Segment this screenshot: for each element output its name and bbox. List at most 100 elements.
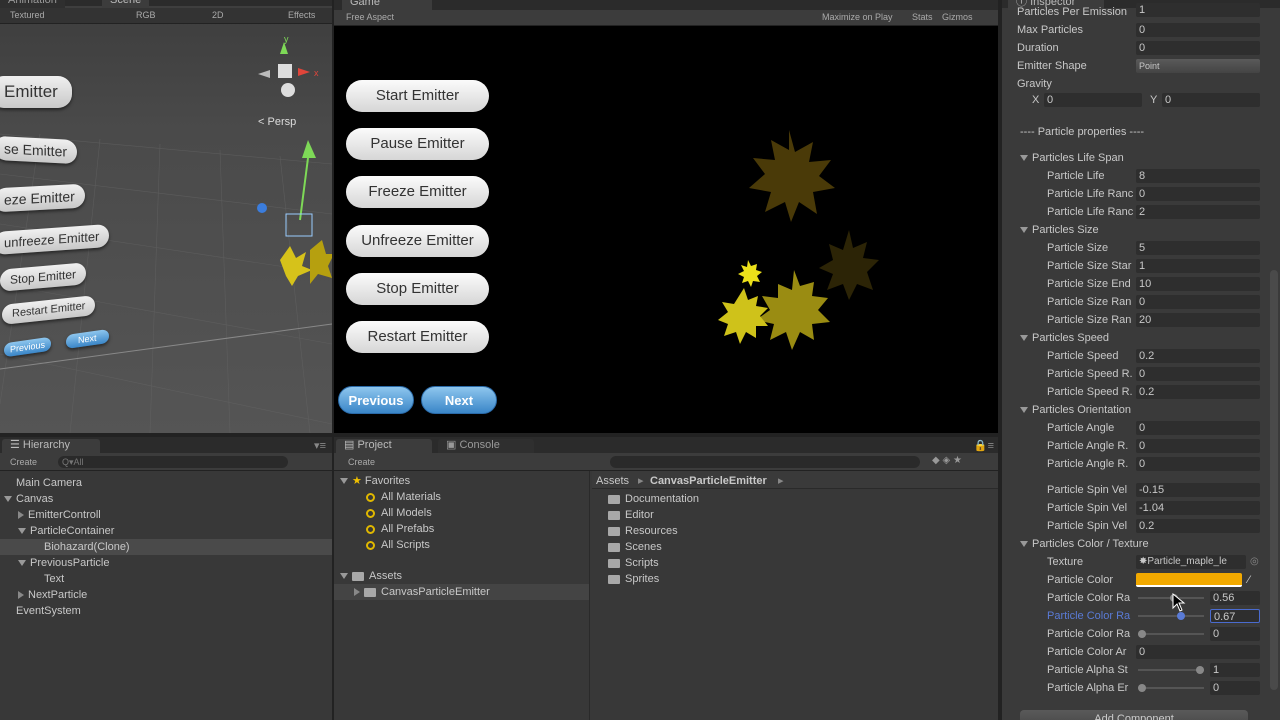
particle-spin-vel-field[interactable]: -1.04: [1136, 501, 1260, 515]
slider-knob[interactable]: [1138, 684, 1146, 692]
particle-size-end-field[interactable]: 10: [1136, 277, 1260, 291]
color-range-slider[interactable]: [1138, 630, 1204, 638]
pause-emitter-button[interactable]: Pause Emitter: [346, 128, 489, 160]
particle-life-range-field[interactable]: 2: [1136, 205, 1260, 219]
favorite-all-models[interactable]: All Models: [366, 505, 432, 521]
color-range-field[interactable]: 0.56: [1210, 591, 1260, 605]
hierarchy-item-emittercontroll[interactable]: EmitterControll: [0, 507, 332, 523]
particle-speed-range-field[interactable]: 0.2: [1136, 385, 1260, 399]
eyedropper-icon[interactable]: ⁄: [1248, 571, 1250, 589]
transform-handle-icon[interactable]: [250, 130, 332, 290]
hierarchy-item-previousparticle[interactable]: PreviousParticle: [0, 555, 332, 571]
max-particles-field[interactable]: 0: [1136, 23, 1260, 37]
breadcrumb-current[interactable]: CanvasParticleEmitter: [650, 473, 767, 489]
foldout-life-span[interactable]: Particles Life Span: [1002, 149, 1266, 167]
slider-knob[interactable]: [1196, 666, 1204, 674]
particle-angle-range-field[interactable]: 0: [1136, 457, 1260, 471]
color-range-slider[interactable]: [1138, 612, 1204, 620]
persp-label[interactable]: < Persp: [258, 116, 296, 128]
alpha-end-field[interactable]: 0: [1210, 681, 1260, 695]
gizmos-dropdown[interactable]: Gizmos: [942, 12, 973, 22]
hierarchy-item-text[interactable]: Text: [0, 571, 332, 587]
tab-animation[interactable]: Animation: [0, 0, 65, 8]
breadcrumb-assets[interactable]: Assets: [596, 473, 629, 489]
create-dropdown[interactable]: Create: [348, 457, 375, 467]
slider-knob[interactable]: [1176, 612, 1185, 620]
restart-emitter-button[interactable]: Restart Emitter: [346, 321, 489, 353]
alpha-start-field[interactable]: 1: [1210, 663, 1260, 677]
foldout-speed[interactable]: Particles Speed: [1002, 329, 1266, 347]
collapse-icon[interactable]: [354, 588, 360, 597]
project-search-input[interactable]: [610, 456, 920, 468]
game-view[interactable]: Game Free Aspect Maximize on Play Stats …: [334, 0, 998, 433]
scene-view[interactable]: Animation Scene Textured RGB 2D Effects …: [0, 0, 332, 433]
expand-icon[interactable]: [1020, 335, 1028, 342]
emitter-shape-dropdown[interactable]: Point: [1136, 59, 1260, 73]
aspect-dropdown[interactable]: Free Aspect: [346, 12, 394, 22]
favorites-item[interactable]: ★ Favorites: [340, 473, 410, 489]
expand-icon[interactable]: [18, 528, 26, 535]
maximize-on-play-toggle[interactable]: Maximize on Play: [822, 12, 893, 22]
particle-size-field[interactable]: 5: [1136, 241, 1260, 255]
tab-hierarchy[interactable]: ☰ Hierarchy: [2, 439, 100, 453]
alpha-slider[interactable]: [1138, 666, 1204, 674]
tab-console[interactable]: ▣ Console: [438, 439, 534, 453]
folder-scripts[interactable]: Scripts: [608, 555, 659, 571]
mode-2d-toggle[interactable]: 2D: [212, 10, 224, 20]
panel-menu-icon[interactable]: ▾≡: [314, 439, 326, 452]
favorite-all-prefabs[interactable]: All Prefabs: [366, 521, 434, 537]
foldout-orientation[interactable]: Particles Orientation: [1002, 401, 1266, 419]
foldout-color-texture[interactable]: Particles Color / Texture: [1002, 535, 1266, 553]
favorite-all-materials[interactable]: All Materials: [366, 489, 441, 505]
particle-size-start-field[interactable]: 1: [1136, 259, 1260, 273]
hierarchy-item-particlecontainer[interactable]: ParticleContainer: [0, 523, 332, 539]
hierarchy-panel[interactable]: ☰ Hierarchy ▾≡ Create Q▾All Main Camera …: [0, 437, 332, 720]
assets-item[interactable]: Assets: [340, 568, 402, 584]
particle-speed-range-field[interactable]: 0: [1136, 367, 1260, 381]
particle-size-range-field[interactable]: 0: [1136, 295, 1260, 309]
folder-documentation[interactable]: Documentation: [608, 491, 699, 507]
hierarchy-item-eventsystem[interactable]: EventSystem: [0, 603, 332, 619]
tab-game[interactable]: Game: [342, 0, 432, 10]
folder-editor[interactable]: Editor: [608, 507, 654, 523]
color-range-slider[interactable]: [1138, 594, 1204, 602]
particle-size-range-field[interactable]: 20: [1136, 313, 1260, 327]
favorite-all-scripts[interactable]: All Scripts: [366, 537, 430, 553]
folder-resources[interactable]: Resources: [608, 523, 678, 539]
expand-icon[interactable]: [340, 478, 348, 485]
folder-sprites[interactable]: Sprites: [608, 571, 659, 587]
gravity-y-field[interactable]: 0: [1162, 93, 1260, 107]
expand-icon[interactable]: [4, 496, 12, 503]
project-panel[interactable]: ▤ Project ▣ Console 🔒≡ Create ◆ ◈ ★ ★ Fa…: [334, 437, 998, 720]
stop-emitter-button[interactable]: Stop Emitter: [346, 273, 489, 305]
particle-angle-field[interactable]: 0: [1136, 421, 1260, 435]
color-range-field[interactable]: 0.67: [1210, 609, 1260, 623]
lock-icon[interactable]: 🔒≡: [974, 439, 994, 452]
color-range-field[interactable]: 0: [1210, 627, 1260, 641]
expand-icon[interactable]: [1020, 541, 1028, 548]
folder-scenes[interactable]: Scenes: [608, 539, 662, 555]
tab-scene[interactable]: Scene: [102, 0, 150, 8]
expand-icon[interactable]: [1020, 155, 1028, 162]
particle-life-field[interactable]: 8: [1136, 169, 1260, 183]
color-mode-dropdown[interactable]: RGB: [136, 10, 156, 20]
particles-per-emission-field[interactable]: 1: [1136, 3, 1260, 17]
foldout-size[interactable]: Particles Size: [1002, 221, 1266, 239]
particle-speed-field[interactable]: 0.2: [1136, 349, 1260, 363]
asset-canvasparticleemitter[interactable]: CanvasParticleEmitter: [334, 584, 589, 600]
texture-object-field[interactable]: ✸Particle_maple_le: [1136, 555, 1246, 569]
hierarchy-item-main-camera[interactable]: Main Camera: [0, 475, 332, 491]
collapse-icon[interactable]: [18, 511, 24, 520]
effects-dropdown[interactable]: Effects: [288, 10, 315, 20]
particle-angle-range-field[interactable]: 0: [1136, 439, 1260, 453]
duration-field[interactable]: 0: [1136, 41, 1260, 55]
render-mode-dropdown[interactable]: Textured: [10, 10, 45, 20]
particle-color-ar-field[interactable]: 0: [1136, 645, 1260, 659]
create-dropdown[interactable]: Create: [10, 457, 37, 467]
scrollbar[interactable]: [1270, 270, 1278, 690]
hierarchy-item-nextparticle[interactable]: NextParticle: [0, 587, 332, 603]
add-component-button[interactable]: Add Component: [1020, 710, 1248, 720]
particle-color-swatch[interactable]: [1136, 573, 1242, 587]
freeze-emitter-button[interactable]: Freeze Emitter: [346, 176, 489, 208]
hierarchy-item-canvas[interactable]: Canvas: [0, 491, 332, 507]
